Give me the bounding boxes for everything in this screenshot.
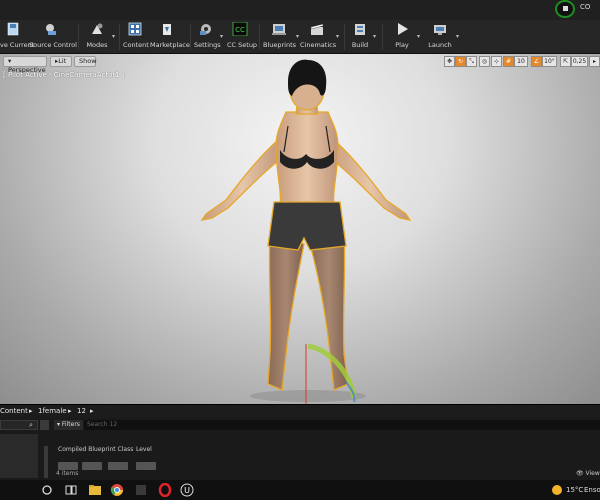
app-icon[interactable]: [134, 483, 148, 497]
settings-button[interactable]: Settings: [194, 22, 221, 52]
content-browser-path-bar: Content ▸ 1female ▸ 12 ▸: [0, 404, 600, 418]
toolbar-separator: [259, 24, 260, 50]
svg-text:U: U: [184, 486, 190, 495]
sources-panel-toggle-icon[interactable]: [40, 420, 49, 430]
folder-scrollbar[interactable]: [44, 446, 48, 478]
path-content[interactable]: Content: [0, 407, 28, 415]
marketplace-icon: [163, 24, 171, 35]
toolbar-separator: [78, 24, 79, 50]
weather-temperature: 15°C: [566, 486, 584, 494]
asset-type-level: Level: [136, 446, 152, 453]
unreal-engine-icon[interactable]: U: [180, 483, 194, 497]
asset-type-compiled-blueprint: Compiled Blueprint Class: [58, 446, 134, 453]
build-icon: [355, 24, 365, 35]
weather-text: Enso: [584, 486, 600, 494]
level-viewport[interactable]: ▾ Perspective ▸Lit Show ✥ ↻ ⤡ ◎ ⊹ # 10 ∠…: [0, 54, 600, 404]
path-12[interactable]: 12: [77, 407, 86, 415]
modes-button[interactable]: Modes: [84, 22, 110, 52]
settings-dropdown-caret[interactable]: ▾: [220, 33, 223, 40]
title-corner-text: CO: [580, 3, 591, 11]
content-button[interactable]: Content: [123, 22, 149, 52]
cc-setup-icon: CC: [232, 22, 248, 36]
save-icon: [7, 22, 19, 36]
toolbar-separator: [382, 24, 383, 50]
character-model[interactable]: [0, 54, 600, 404]
play-dropdown-caret[interactable]: ▾: [417, 33, 420, 40]
task-view-icon[interactable]: [64, 483, 78, 497]
search-icon[interactable]: ⌕: [29, 421, 33, 430]
path-separator-icon[interactable]: ▸: [29, 407, 33, 415]
path-1female[interactable]: 1female: [38, 407, 67, 415]
path-separator-icon[interactable]: ▸: [68, 407, 72, 415]
save-current-button[interactable]: ve Current: [0, 22, 34, 52]
folder-tree-panel[interactable]: [0, 434, 38, 478]
source-control-button[interactable]: Source Control: [29, 22, 77, 52]
source-control-icon: [46, 24, 56, 35]
recording-icon[interactable]: [555, 0, 575, 18]
weather-icon[interactable]: [550, 483, 564, 497]
toolbar-separator: [119, 24, 120, 50]
cinematics-icon: [310, 23, 324, 35]
asset-search-input[interactable]: Search 12: [84, 420, 600, 430]
blueprints-dropdown-caret[interactable]: ▾: [296, 33, 299, 40]
path-separator-icon[interactable]: ▸: [90, 407, 94, 415]
build-button[interactable]: Build: [348, 22, 372, 52]
modes-dropdown-caret[interactable]: ▾: [112, 33, 115, 40]
asset-thumbnail[interactable]: [58, 462, 78, 470]
item-count: 4 items: [56, 470, 79, 477]
view-options-button[interactable]: 👁 View: [576, 470, 600, 477]
settings-icon: [200, 24, 211, 35]
toolbar-separator: [344, 24, 345, 50]
marketplace-button[interactable]: Marketplace: [150, 22, 190, 52]
opera-icon[interactable]: [158, 483, 172, 497]
blueprints-button[interactable]: Blueprints: [263, 22, 296, 52]
cc-setup-button[interactable]: CC CC Setup: [227, 22, 257, 52]
toolbar-separator: [190, 24, 191, 50]
content-browser: ⌕ ▾ Filters Search 12 Compiled Blueprint…: [0, 418, 600, 480]
modes-icon: [92, 23, 103, 34]
launch-icon: [434, 25, 446, 35]
content-icon: [128, 22, 142, 36]
play-button[interactable]: Play: [388, 22, 416, 52]
filters-button[interactable]: ▾ Filters: [54, 420, 83, 430]
svg-text:CC: CC: [235, 26, 245, 34]
play-icon: [398, 23, 408, 35]
cinematics-dropdown-caret[interactable]: ▾: [336, 33, 339, 40]
cinematics-button[interactable]: Cinematics: [300, 22, 336, 52]
blueprints-icon: [272, 24, 286, 35]
file-explorer-icon[interactable]: [88, 483, 102, 497]
taskbar: U 15°C Enso: [0, 480, 600, 500]
launch-button[interactable]: Launch: [426, 22, 454, 52]
main-toolbar: ve Current Source Control Modes ▾ Conten…: [0, 20, 600, 54]
asset-thumbnail[interactable]: [136, 462, 156, 470]
chrome-icon[interactable]: [110, 483, 124, 497]
title-bar: CO: [0, 0, 600, 20]
search-icon[interactable]: [40, 483, 54, 497]
build-dropdown-caret[interactable]: ▾: [373, 33, 376, 40]
asset-thumbnail[interactable]: [82, 462, 102, 470]
asset-thumbnail[interactable]: [108, 462, 128, 470]
launch-dropdown-caret[interactable]: ▾: [456, 33, 459, 40]
